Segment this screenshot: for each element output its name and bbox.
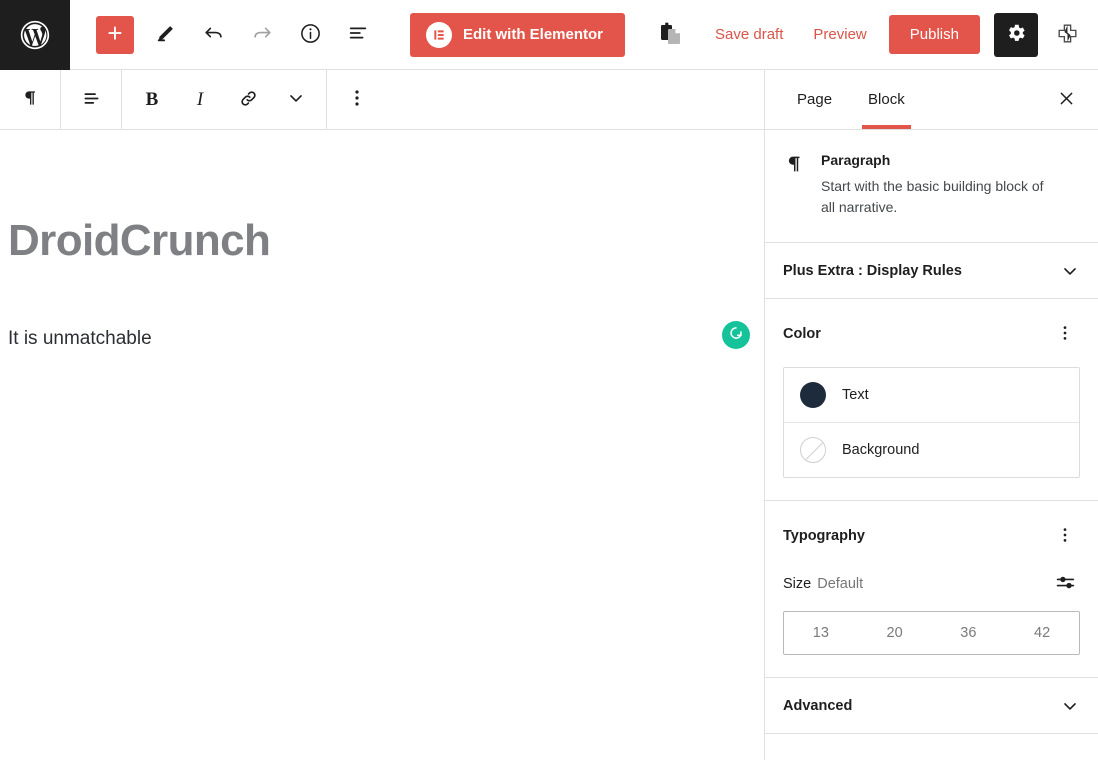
block-card-title: Paragraph bbox=[821, 152, 891, 168]
rich-text-group: B I bbox=[122, 70, 327, 129]
color-option-background[interactable]: Background bbox=[784, 422, 1079, 477]
settings-button[interactable] bbox=[993, 12, 1038, 57]
undo-button[interactable] bbox=[192, 13, 236, 57]
list-view-icon bbox=[347, 22, 369, 47]
list-view-button[interactable] bbox=[336, 13, 380, 57]
publish-button[interactable]: Publish bbox=[888, 15, 980, 54]
link-icon bbox=[238, 88, 259, 112]
paragraph-block[interactable]: It is unmatchable bbox=[0, 325, 764, 354]
edit-with-elementor-button[interactable]: Edit with Elementor bbox=[410, 12, 626, 57]
italic-button[interactable]: I bbox=[176, 71, 224, 129]
close-sidebar-button[interactable] bbox=[1048, 82, 1084, 118]
align-text-button[interactable] bbox=[67, 71, 115, 129]
color-option-text[interactable]: Text bbox=[784, 368, 1079, 422]
editor-canvas-column: B I DroidCrunch It is unmatchable bbox=[0, 70, 765, 760]
font-size-label: Size bbox=[783, 576, 812, 592]
vertical-dots-icon bbox=[347, 88, 367, 111]
paragraph-icon bbox=[783, 152, 807, 218]
copy-icon bbox=[657, 19, 685, 50]
more-rich-text-button[interactable] bbox=[272, 71, 320, 129]
panel-title: Advanced bbox=[783, 697, 853, 714]
save-draft-button[interactable]: Save draft bbox=[701, 17, 797, 52]
redo-icon bbox=[251, 22, 273, 47]
bold-button[interactable]: B bbox=[128, 71, 176, 129]
font-size-options: 13 20 36 42 bbox=[783, 611, 1080, 655]
post-title[interactable]: DroidCrunch bbox=[0, 216, 764, 267]
settings-sidebar: Page Block Paragraph Start with the basi… bbox=[765, 70, 1098, 760]
vertical-dots-icon bbox=[1056, 526, 1074, 547]
tools-pencil-button[interactable] bbox=[144, 13, 188, 57]
block-toolbar: B I bbox=[0, 70, 764, 130]
tab-page[interactable]: Page bbox=[779, 70, 850, 129]
panel-title: Plus Extra : Display Rules bbox=[783, 262, 962, 279]
wordpress-logo-icon bbox=[18, 18, 52, 52]
panel-advanced[interactable]: Advanced bbox=[765, 678, 1098, 734]
info-icon bbox=[299, 22, 322, 48]
font-size-value: Default bbox=[817, 576, 864, 592]
typography-section: Typography Size Default 13 20 36 42 bbox=[765, 501, 1098, 678]
grammarly-badge[interactable] bbox=[722, 321, 750, 349]
color-section-header: Color bbox=[783, 319, 1080, 349]
redo-button[interactable] bbox=[240, 13, 284, 57]
typography-section-header: Typography bbox=[783, 521, 1080, 551]
plus-icon: + bbox=[107, 18, 123, 48]
grammarly-icon bbox=[727, 324, 745, 347]
color-section: Color Text Background bbox=[765, 299, 1098, 501]
close-icon bbox=[1057, 89, 1076, 111]
editor-top-bar: + Edit with Elementor Save draft Preview… bbox=[0, 0, 1098, 70]
font-size-option-20[interactable]: 20 bbox=[858, 612, 932, 654]
text-color-swatch bbox=[800, 382, 826, 408]
pencil-icon bbox=[155, 22, 177, 47]
gear-icon bbox=[1005, 22, 1027, 47]
add-block-button[interactable]: + bbox=[96, 15, 134, 54]
sidebar-tabs: Page Block bbox=[765, 70, 1098, 130]
align-group bbox=[61, 70, 122, 129]
top-bar-left-group: + Edit with Elementor bbox=[70, 0, 701, 69]
block-card-text: Paragraph Start with the basic building … bbox=[821, 152, 1051, 218]
block-card-description: Start with the basic building block of a… bbox=[821, 178, 1044, 215]
color-options-list: Text Background bbox=[783, 367, 1080, 478]
chevron-down-icon bbox=[286, 88, 306, 111]
color-options-button[interactable] bbox=[1050, 319, 1080, 349]
vertical-dots-icon bbox=[1056, 324, 1074, 345]
edit-with-elementor-label: Edit with Elementor bbox=[463, 26, 604, 43]
typography-section-title: Typography bbox=[783, 528, 865, 544]
tab-block[interactable]: Block bbox=[850, 70, 923, 129]
color-option-label: Text bbox=[842, 387, 869, 403]
sidebar-scroll-region: Paragraph Start with the basic building … bbox=[765, 130, 1098, 760]
font-size-option-42[interactable]: 42 bbox=[1005, 612, 1079, 654]
block-options-group bbox=[327, 70, 387, 129]
wordpress-block-editor: + Edit with Elementor Save draft Preview… bbox=[0, 0, 1098, 760]
block-type-paragraph-button[interactable] bbox=[6, 71, 54, 129]
font-size-option-36[interactable]: 36 bbox=[932, 612, 1006, 654]
jetpack-icon bbox=[1055, 21, 1080, 49]
undo-icon bbox=[203, 22, 225, 47]
paragraph-icon bbox=[20, 88, 40, 111]
font-size-row: Size Default bbox=[783, 569, 1080, 599]
align-left-icon bbox=[81, 88, 102, 112]
background-color-swatch bbox=[800, 437, 826, 463]
copy-all-content-button[interactable] bbox=[649, 13, 693, 57]
typography-options-button[interactable] bbox=[1050, 521, 1080, 551]
block-card: Paragraph Start with the basic building … bbox=[765, 130, 1098, 243]
block-type-group bbox=[0, 70, 61, 129]
post-content-area: DroidCrunch It is unmatchable bbox=[0, 216, 764, 760]
details-info-button[interactable] bbox=[288, 13, 332, 57]
panel-plus-extra-display-rules[interactable]: Plus Extra : Display Rules bbox=[765, 243, 1098, 299]
preview-button[interactable]: Preview bbox=[799, 17, 880, 52]
chevron-down-icon bbox=[1060, 261, 1080, 281]
font-size-option-13[interactable]: 13 bbox=[784, 612, 858, 654]
color-option-label: Background bbox=[842, 442, 920, 458]
color-section-title: Color bbox=[783, 326, 821, 342]
editor-body: B I DroidCrunch It is unmatchable Page B… bbox=[0, 70, 1098, 760]
top-bar-right-group: Save draft Preview Publish bbox=[701, 0, 1098, 69]
block-options-button[interactable] bbox=[333, 71, 381, 129]
chevron-down-icon bbox=[1060, 696, 1080, 716]
elementor-icon bbox=[426, 21, 452, 48]
wordpress-logo-button[interactable] bbox=[0, 0, 70, 70]
sliders-icon bbox=[1055, 572, 1076, 596]
jetpack-button[interactable] bbox=[1046, 13, 1090, 57]
custom-size-toggle-button[interactable] bbox=[1050, 569, 1080, 599]
link-button[interactable] bbox=[224, 71, 272, 129]
